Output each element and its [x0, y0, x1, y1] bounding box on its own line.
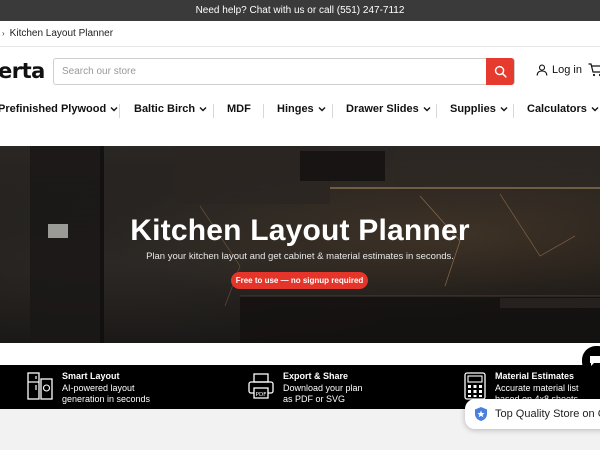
nav-divider	[513, 104, 514, 118]
nav-item-calculators[interactable]: Calculators	[527, 103, 599, 115]
nav-divider	[436, 104, 437, 118]
fridge-layout-icon	[27, 372, 53, 400]
chevron-down-icon	[199, 107, 207, 112]
user-icon	[536, 64, 548, 76]
nav-label: Supplies	[450, 103, 496, 115]
search-icon	[494, 65, 507, 78]
chevron-down-icon	[500, 107, 508, 112]
breadcrumb: › Kitchen Layout Planner	[0, 21, 600, 47]
login-label: Log in	[552, 64, 582, 76]
nav-label: Drawer Slides	[346, 103, 419, 115]
feature-line: Download your plan	[283, 382, 363, 393]
feature-title: Material Estimates	[495, 371, 575, 381]
feature-smart-layout: Smart Layout AI-powered layout generatio…	[26, 371, 150, 406]
site-header: erta Log in	[0, 47, 600, 95]
announcement-bar: Need help? Chat with us or call (551) 24…	[0, 0, 600, 21]
printer-icon: PDF	[248, 373, 274, 399]
breadcrumb-current: Kitchen Layout Planner	[9, 28, 114, 39]
trust-text: Top Quality Store on G	[495, 408, 600, 420]
nav-divider	[332, 104, 333, 118]
nav-label: MDF	[227, 103, 251, 115]
nav-label: Baltic Birch	[134, 103, 196, 115]
login-link[interactable]: Log in	[536, 64, 582, 76]
site-logo[interactable]: erta	[0, 59, 45, 83]
feature-title: Smart Layout	[62, 371, 120, 381]
nav-divider	[263, 104, 264, 118]
search-button[interactable]	[486, 58, 514, 85]
trust-badge[interactable]: Top Quality Store on G	[465, 399, 600, 429]
nav-item-supplies[interactable]: Supplies	[450, 103, 508, 115]
nav-label: Prefinished Plywood	[0, 103, 107, 115]
nav-item-prefinished-plywood[interactable]: Prefinished Plywood	[0, 103, 118, 115]
nav-label: Hinges	[277, 103, 314, 115]
nav-label: Calculators	[527, 103, 587, 115]
nav-item-mdf[interactable]: MDF	[227, 103, 251, 115]
nav-item-drawer-slides[interactable]: Drawer Slides	[346, 103, 431, 115]
nav-item-baltic-birch[interactable]: Baltic Birch	[134, 103, 207, 115]
chevron-down-icon	[110, 107, 118, 112]
shield-star-icon	[475, 407, 487, 421]
chevron-down-icon	[318, 107, 326, 112]
hero-banner: Kitchen Layout Planner Plan your kitchen…	[0, 146, 600, 343]
feature-line: as PDF or SVG	[283, 394, 346, 404]
announcement-text: Need help? Chat with us or call (551) 24…	[195, 5, 405, 16]
breadcrumb-chevron-icon: ›	[2, 29, 5, 38]
hero-subtitle: Plan your kitchen layout and get cabinet…	[146, 251, 454, 262]
feature-title: Export & Share	[283, 371, 349, 381]
chevron-down-icon	[423, 107, 431, 112]
cart-icon	[588, 63, 600, 77]
chevron-down-icon	[591, 107, 599, 112]
chat-bubble-icon	[590, 356, 600, 366]
feature-line: Accurate material list	[495, 382, 579, 393]
feature-line: generation in seconds	[62, 394, 151, 404]
cart-button[interactable]	[588, 63, 600, 82]
feature-export-share: PDF Export & Share Download your plan as…	[247, 371, 363, 406]
nav-divider	[119, 104, 120, 118]
nav-divider	[213, 104, 214, 118]
search-input[interactable]	[54, 59, 474, 84]
nav-item-hinges[interactable]: Hinges	[277, 103, 326, 115]
svg-text:PDF: PDF	[256, 392, 267, 398]
search-bar	[53, 58, 515, 85]
free-badge: Free to use — no signup required	[231, 272, 368, 289]
feature-line: AI-powered layout	[62, 382, 135, 393]
calculator-icon	[464, 372, 486, 400]
main-nav: Prefinished Plywood Baltic Birch MDF Hin…	[0, 95, 600, 127]
hero-title: Kitchen Layout Planner	[130, 214, 470, 247]
